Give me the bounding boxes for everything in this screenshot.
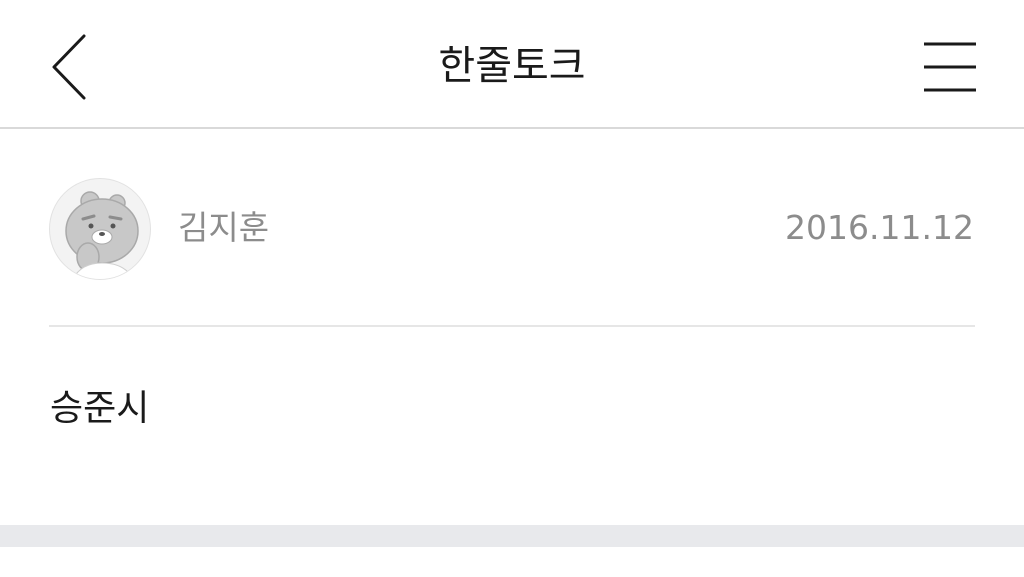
talk-post: 김지훈 2016.11.12 승준시 — [0, 131, 1024, 525]
bottom-area — [0, 547, 1024, 577]
page-title: 한줄토크 — [438, 43, 586, 89]
bear-character-avatar-icon — [65, 191, 139, 279]
hamburger-menu-icon — [924, 42, 976, 92]
post-date: 2016.11.12 — [785, 208, 974, 247]
one-line-talk-screen: 한줄토크 김지훈 2016.11.12 승준시 — [0, 0, 1024, 577]
top-bar: 한줄토크 — [0, 0, 1024, 129]
post-content: 승준시 — [50, 388, 150, 429]
menu-button[interactable] — [918, 38, 982, 98]
author-name: 김지훈 — [178, 208, 270, 247]
section-separator — [0, 525, 1024, 547]
divider — [49, 325, 975, 327]
avatar[interactable] — [49, 178, 151, 280]
